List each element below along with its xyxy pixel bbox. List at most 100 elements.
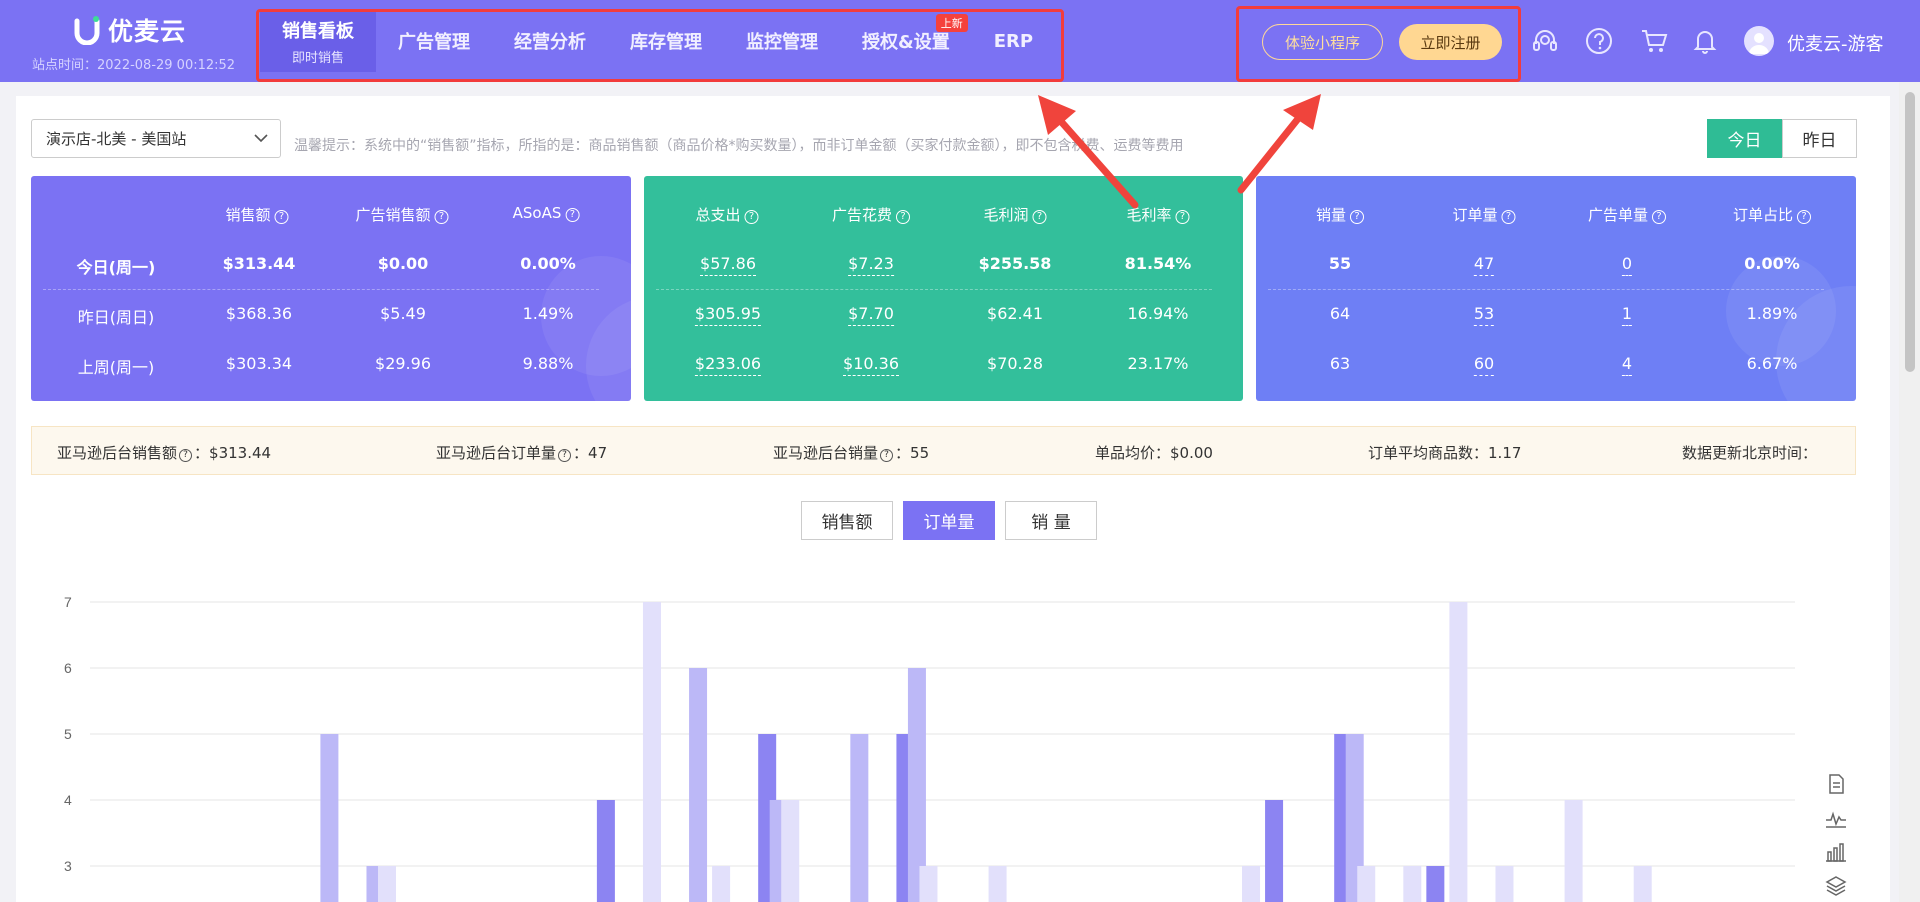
col-header: 广告花费? <box>832 204 911 225</box>
value-link[interactable]: 47 <box>1473 254 1495 276</box>
nav-sales-dashboard[interactable]: 销售看板 即时销售 <box>260 10 376 72</box>
day-toggle: 今日 昨日 <box>1707 119 1857 158</box>
nav-label: 经营分析 <box>514 32 586 53</box>
cart-icon[interactable] <box>1639 26 1669 56</box>
y-tick-label: 7 <box>64 594 72 610</box>
help-icon[interactable]: ? <box>565 208 580 222</box>
main-nav: 销售看板 即时销售 广告管理 经营分析 库存管理 监控管理 授权&设置 上新 E… <box>260 10 1055 82</box>
nav-erp[interactable]: ERP <box>972 10 1055 72</box>
value-link[interactable]: 1 <box>1621 304 1633 326</box>
value-link[interactable]: $7.70 <box>848 304 894 326</box>
col-header: 广告销售额? <box>355 204 449 225</box>
tab-units[interactable]: 销 量 <box>1005 501 1097 540</box>
value: $303.34 <box>225 354 293 373</box>
value: 23.17% <box>1127 354 1189 373</box>
help-icon[interactable]: ? <box>558 449 572 462</box>
orders-bar-chart: 3 4 5 6 7 <box>64 594 1795 902</box>
bar[interactable] <box>919 866 938 902</box>
nav-monitoring[interactable]: 监控管理 <box>724 10 840 72</box>
help-icon[interactable]: ? <box>1797 210 1812 224</box>
nav-sublabel: 即时销售 <box>291 50 344 66</box>
value-link[interactable]: 0 <box>1621 254 1633 276</box>
value-link[interactable]: 53 <box>1473 304 1495 326</box>
top-navigation-bar: 优麦云 站点时间：2022-08-29 00:12:52 销售看板 即时销售 广… <box>0 0 1920 82</box>
bar[interactable] <box>689 668 708 902</box>
user-name[interactable]: 优麦云-游客 <box>1787 30 1884 56</box>
summary-amazon-orders: 亚马逊后台订单量? ：47 <box>436 444 608 462</box>
help-icon[interactable]: ? <box>1652 210 1667 224</box>
y-tick-label: 6 <box>64 660 72 676</box>
register-button[interactable]: 立即注册 <box>1399 24 1502 60</box>
y-tick-label: 5 <box>64 726 72 742</box>
value-link[interactable]: $233.06 <box>694 354 762 376</box>
value: 6.67% <box>1746 354 1798 373</box>
logo-text: 优麦云 <box>108 17 187 46</box>
value-link[interactable]: 4 <box>1621 354 1633 376</box>
value-link[interactable]: $305.95 <box>694 304 762 326</box>
bar[interactable] <box>320 734 339 902</box>
logo[interactable]: 优麦云 <box>74 12 186 48</box>
data-view-icon[interactable] <box>1824 772 1848 796</box>
bar[interactable] <box>1449 602 1468 902</box>
value-link[interactable]: $7.23 <box>848 254 894 276</box>
bar[interactable] <box>1426 866 1445 902</box>
bar[interactable] <box>642 602 661 902</box>
value: $368.36 <box>225 304 293 323</box>
headset-icon[interactable] <box>1530 26 1560 56</box>
today-button[interactable]: 今日 <box>1707 119 1782 158</box>
bar[interactable] <box>712 866 731 902</box>
avatar-icon[interactable] <box>1744 26 1774 56</box>
help-icon[interactable]: ? <box>434 210 449 224</box>
bar[interactable] <box>1265 800 1284 902</box>
value-link[interactable]: $57.86 <box>700 254 756 276</box>
stack-icon[interactable] <box>1824 874 1848 898</box>
nav-business-analysis[interactable]: 经营分析 <box>492 10 608 72</box>
bar[interactable] <box>1357 866 1376 902</box>
help-icon[interactable]: ? <box>274 210 289 224</box>
bar[interactable] <box>1242 866 1261 902</box>
mini-program-button[interactable]: 体验小程序 <box>1262 24 1383 60</box>
bar[interactable] <box>596 800 615 902</box>
bar[interactable] <box>850 734 869 902</box>
nav-inventory[interactable]: 库存管理 <box>608 10 724 72</box>
summary-avg-items: 订单平均商品数：1.17 <box>1368 444 1522 462</box>
help-icon[interactable]: ? <box>179 449 193 462</box>
help-icon[interactable] <box>1584 26 1614 56</box>
bar[interactable] <box>1495 866 1514 902</box>
bar[interactable] <box>1403 866 1422 902</box>
value: $5.49 <box>380 304 426 323</box>
value-link[interactable]: $10.36 <box>843 354 899 376</box>
row-label: 今日(周一) <box>76 258 156 277</box>
scrollbar-thumb[interactable] <box>1905 92 1915 372</box>
y-tick-label: 3 <box>64 858 72 874</box>
bar[interactable] <box>781 800 800 902</box>
bar[interactable] <box>988 866 1007 902</box>
bar[interactable] <box>1633 866 1652 902</box>
bar[interactable] <box>1564 800 1583 902</box>
sales-panel: 销售额? 广告销售额? ASoAS? 今日(周一) $313.44 $0.00 … <box>31 176 631 401</box>
row-label: 昨日(周日) <box>77 308 155 327</box>
store-select[interactable]: 演示店-北美 - 美国站 <box>31 119 281 158</box>
help-icon[interactable]: ? <box>1501 210 1516 224</box>
tab-orders[interactable]: 订单量 <box>903 501 995 540</box>
value: $70.28 <box>987 354 1043 373</box>
help-icon[interactable]: ? <box>880 449 894 462</box>
help-icon[interactable]: ? <box>896 210 911 224</box>
value-link[interactable]: 60 <box>1473 354 1495 376</box>
cost-panel: 总支出? 广告花费? 毛利润? 毛利率? $57.86 $7.23 $255.5… <box>644 176 1243 401</box>
tab-sales[interactable]: 销售额 <box>801 501 893 540</box>
help-icon[interactable]: ? <box>1032 210 1047 224</box>
bar[interactable] <box>378 866 397 902</box>
bar-chart-icon[interactable] <box>1824 840 1848 864</box>
nav-ad-management[interactable]: 广告管理 <box>376 10 492 72</box>
yesterday-button[interactable]: 昨日 <box>1782 119 1857 158</box>
help-icon[interactable]: ? <box>744 210 759 224</box>
help-icon[interactable]: ? <box>1350 210 1365 224</box>
help-icon[interactable]: ? <box>1175 210 1190 224</box>
bell-icon[interactable] <box>1690 26 1720 56</box>
value: 1.89% <box>1746 304 1798 323</box>
value: 0.00% <box>1744 254 1800 273</box>
line-chart-icon[interactable] <box>1824 806 1848 830</box>
nav-auth-settings[interactable]: 授权&设置 上新 <box>840 10 972 72</box>
logo-icon <box>74 16 100 45</box>
